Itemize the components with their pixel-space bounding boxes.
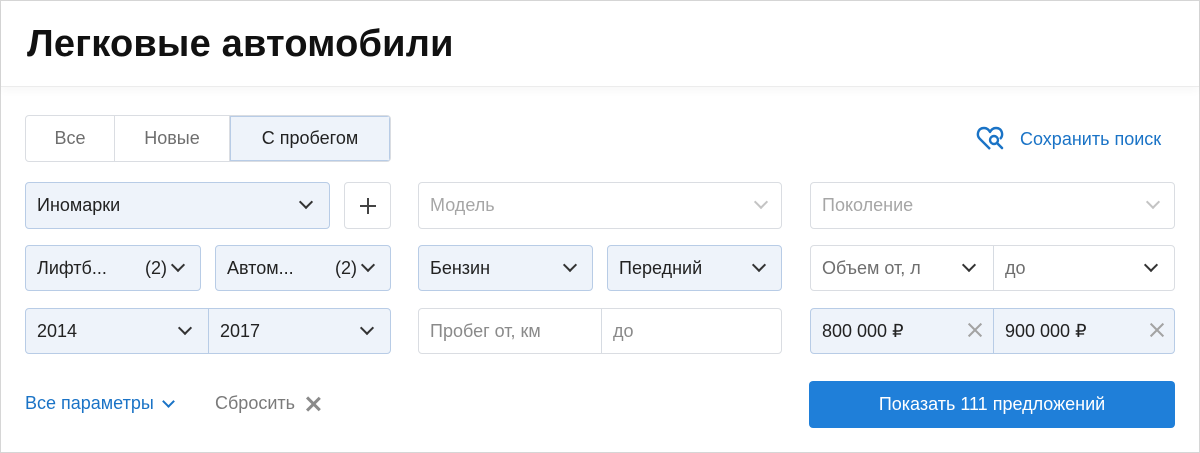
- volume-to-select[interactable]: до: [994, 246, 1174, 290]
- chevron-down-icon: [177, 320, 193, 336]
- chevron-down-icon: [753, 194, 769, 210]
- chevron-down-icon: [751, 257, 767, 273]
- condition-tabs: Все Новые С пробегом: [25, 115, 391, 162]
- generation-select[interactable]: Поколение: [810, 182, 1175, 229]
- year-from-value: 2014: [37, 321, 78, 341]
- all-params-link[interactable]: Все параметры: [25, 393, 175, 414]
- close-icon: [304, 395, 322, 413]
- heart-search-icon: [976, 126, 1004, 150]
- model-select[interactable]: Модель: [418, 182, 782, 229]
- save-search-link[interactable]: Сохранить поиск: [976, 125, 1161, 153]
- tab-all[interactable]: Все: [26, 116, 115, 161]
- year-range: 2014 2017: [25, 308, 391, 354]
- chevron-down-icon: [961, 257, 977, 273]
- chevron-down-icon: [298, 194, 314, 210]
- body-type-count: (2): [145, 258, 167, 278]
- mileage-to-input[interactable]: до: [602, 309, 781, 353]
- mileage-range: Пробег от, км до: [418, 308, 782, 354]
- chevron-down-icon: [1145, 194, 1161, 210]
- volume-to-placeholder: до: [1005, 258, 1026, 278]
- volume-from-placeholder: Объем от, л: [822, 258, 921, 278]
- tab-new[interactable]: Новые: [115, 116, 230, 161]
- chevron-down-icon: [1143, 257, 1159, 273]
- all-params-label: Все параметры: [25, 393, 154, 413]
- price-to-value: 900 000 ₽: [1005, 321, 1087, 341]
- model-placeholder: Модель: [430, 195, 495, 215]
- reset-label: Сбросить: [215, 393, 296, 413]
- chevron-down-icon: [360, 257, 376, 273]
- price-range: 800 000 ₽ 900 000 ₽: [810, 308, 1175, 354]
- mileage-from-placeholder: Пробег от, км: [430, 321, 541, 341]
- page-title: Легковые автомобили: [27, 23, 454, 65]
- clear-icon[interactable]: [966, 321, 984, 339]
- price-to-input[interactable]: 900 000 ₽: [994, 309, 1174, 353]
- body-type-select[interactable]: Лифтб... (2): [25, 245, 201, 291]
- chevron-down-icon: [562, 257, 578, 273]
- price-from-input[interactable]: 800 000 ₽: [811, 309, 993, 353]
- chevron-down-icon: [170, 257, 186, 273]
- drive-select[interactable]: Передний: [607, 245, 782, 291]
- tab-used[interactable]: С пробегом: [230, 116, 390, 161]
- transmission-select[interactable]: Автом... (2): [215, 245, 391, 291]
- origin-select[interactable]: Иномарки: [25, 182, 330, 229]
- page-header: Легковые автомобили: [1, 1, 1199, 87]
- transmission-value: Автом...: [227, 258, 294, 278]
- show-offers-button[interactable]: Показать 111 предложений: [809, 381, 1175, 428]
- chevron-down-icon: [359, 320, 375, 336]
- mileage-to-placeholder: до: [613, 321, 634, 341]
- fuel-value: Бензин: [430, 258, 491, 278]
- generation-placeholder: Поколение: [822, 195, 914, 215]
- drive-value: Передний: [619, 258, 703, 278]
- clear-icon[interactable]: [1148, 321, 1166, 339]
- add-brand-button[interactable]: [344, 182, 391, 229]
- reset-link[interactable]: Сбросить: [215, 393, 322, 414]
- fuel-select[interactable]: Бензин: [418, 245, 593, 291]
- year-from-select[interactable]: 2014: [26, 309, 208, 353]
- transmission-count: (2): [335, 258, 357, 278]
- volume-from-select[interactable]: Объем от, л: [811, 246, 993, 290]
- chevron-down-icon: [161, 394, 175, 408]
- price-from-value: 800 000 ₽: [822, 321, 904, 341]
- body-type-value: Лифтб...: [37, 258, 107, 278]
- save-search-label: Сохранить поиск: [1020, 128, 1162, 149]
- origin-value: Иномарки: [37, 195, 121, 215]
- year-to-value: 2017: [220, 321, 261, 341]
- engine-volume-range: Объем от, л до: [810, 245, 1175, 291]
- mileage-from-input[interactable]: Пробег от, км: [419, 309, 601, 353]
- year-to-select[interactable]: 2017: [209, 309, 390, 353]
